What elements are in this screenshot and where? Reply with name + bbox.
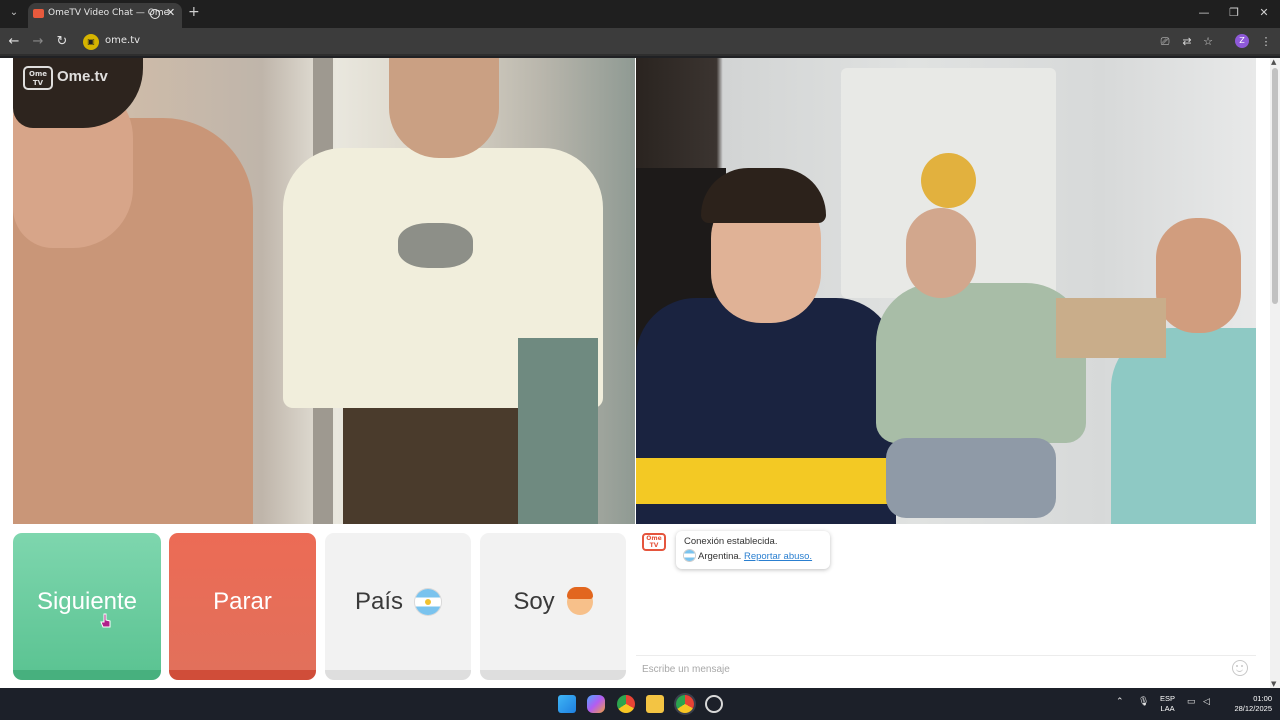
next-button-label: Siguiente (36, 587, 138, 615)
shirt-logo (398, 223, 473, 268)
browser-menu-icon[interactable]: ⋮ (1259, 35, 1273, 49)
gender-select-button[interactable]: Soy (480, 533, 626, 680)
person-center-face (389, 58, 499, 158)
system-clock[interactable]: 01:00 28/12/2025 (1226, 694, 1272, 714)
network-icon[interactable]: ▭ (1187, 696, 1196, 707)
person-1-hair (701, 168, 826, 223)
tab-close-icon[interactable]: ✕ (166, 6, 175, 19)
chrome-icon[interactable] (617, 695, 635, 713)
site-info-icon[interactable]: ▣ (83, 34, 99, 50)
chrome-profile-icon[interactable] (676, 695, 694, 713)
argentina-flag-icon (415, 588, 442, 615)
person-2-face (906, 208, 976, 298)
windows-taskbar: ⌃ 🎙 ESP LAA ▭ ◁ 01:00 28/12/2025 (0, 688, 1280, 720)
tray-chevron-icon[interactable]: ⌃ (1116, 696, 1124, 707)
browser-toolbar: ← → ↻ ▣ ome.tv ⎚ ⇄ ☆ Z ⋮ (0, 28, 1280, 56)
microphone-icon[interactable]: 🎙 (1138, 696, 1149, 707)
system-message-bubble: Conexión establecida. Argentina. Reporta… (676, 531, 830, 569)
person-2-shirt (876, 283, 1086, 443)
person-center-shorts (343, 408, 543, 524)
flag-sun-icon (921, 153, 976, 208)
profile-avatar[interactable]: Z (1235, 34, 1249, 48)
translate-icon[interactable]: ⇄ (1180, 35, 1194, 49)
country-filter-button[interactable]: País (325, 533, 471, 680)
copilot-icon[interactable] (587, 695, 605, 713)
scrollbar-thumb[interactable] (1272, 68, 1278, 304)
stop-button-label: Parar (213, 587, 272, 615)
window-frame (518, 338, 598, 524)
message-bar (636, 655, 1256, 680)
settings-icon[interactable] (705, 695, 723, 713)
gender-button-label: Soy (513, 587, 555, 615)
volume-icon[interactable]: ◁ (1203, 696, 1210, 707)
hand-cursor-icon (100, 613, 111, 628)
browser-titlebar: ⌄ OmeTV Video Chat — Ome ✕ + — ❐ ✕ (0, 0, 1280, 28)
connection-status-text: Conexión establecida. (684, 536, 778, 547)
scroll-up-arrow-icon[interactable]: ▲ (1271, 58, 1276, 66)
message-input[interactable] (642, 660, 1212, 678)
ometv-avatar-icon: Ome TV (642, 533, 666, 551)
ometv-favicon-icon (33, 9, 44, 18)
forward-arrow-icon[interactable]: → (29, 33, 47, 51)
reload-icon[interactable]: ↻ (53, 33, 71, 51)
page-scrollbar[interactable]: ▲ ▼ (1270, 58, 1280, 688)
recording-icon[interactable] (150, 9, 160, 19)
ometv-logo: Ome TV Ome.tv (23, 66, 119, 90)
local-video: Ome TV Ome.tv (13, 58, 635, 524)
minimize-button[interactable]: — (1194, 5, 1214, 21)
country-button-label: País (354, 587, 404, 615)
ometv-page: Ome TV Ome.tv Siguiente Parar País Soy O… (0, 58, 1270, 688)
next-button[interactable]: Siguiente (13, 533, 161, 680)
partner-country-line: Argentina. Reportar abuso. (684, 550, 822, 562)
partner-country: Argentina. (698, 551, 742, 562)
scroll-down-arrow-icon[interactable]: ▼ (1271, 680, 1276, 688)
file-explorer-icon[interactable] (646, 695, 664, 713)
bookmark-star-icon[interactable]: ☆ (1201, 35, 1215, 49)
address-bar[interactable]: ome.tv (105, 35, 140, 46)
stop-button[interactable]: Parar (169, 533, 316, 680)
chat-panel: Ome TV Conexión establecida. Argentina. … (636, 525, 1256, 680)
tab-list-chevron-icon[interactable]: ⌄ (6, 5, 22, 21)
start-icon[interactable] (558, 695, 576, 713)
boy-emoji-icon (566, 586, 593, 615)
new-tab-button[interactable]: + (188, 4, 200, 20)
maximize-button[interactable]: ❐ (1224, 5, 1244, 21)
report-abuse-link[interactable]: Reportar abuso. (744, 551, 812, 562)
jersey-stripe (636, 458, 896, 504)
remote-video (636, 58, 1256, 524)
emoji-picker-icon[interactable] (1232, 660, 1248, 676)
person-2-shorts (886, 438, 1056, 518)
input-language[interactable]: ESP LAA (1160, 694, 1175, 714)
close-window-button[interactable]: ✕ (1254, 5, 1274, 21)
cast-icon[interactable]: ⎚ (1158, 35, 1172, 49)
table (1056, 298, 1166, 358)
argentina-mini-flag-icon (684, 550, 695, 561)
back-arrow-icon[interactable]: ← (5, 33, 23, 51)
person-3-face (1156, 218, 1241, 333)
